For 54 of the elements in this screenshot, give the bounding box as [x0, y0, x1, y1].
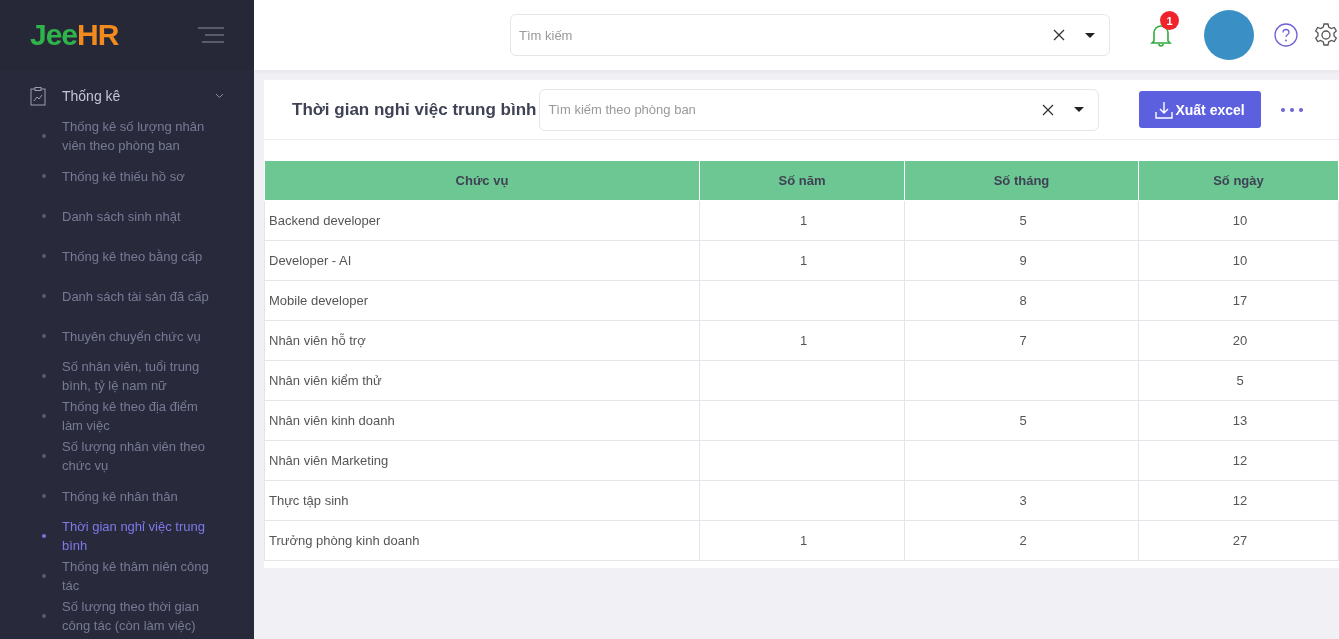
table-cell: Backend developer	[264, 200, 700, 241]
table-cell: 27	[1138, 520, 1339, 561]
table-cell: Developer - AI	[264, 240, 700, 281]
table-cell: 1	[699, 520, 905, 561]
column-header: Số tháng	[904, 160, 1139, 201]
search-field[interactable]: Tìm kiếm	[510, 14, 1110, 56]
notification-badge: 1	[1160, 11, 1179, 30]
menu-item[interactable]: Thống kê theo bằng cấp	[0, 236, 254, 276]
menu-item[interactable]: Thống kê thâm niên công tác	[0, 556, 254, 596]
table-cell: 10	[1138, 240, 1339, 281]
export-excel-button[interactable]: Xuất excel	[1139, 91, 1261, 128]
card-title: Thời gian nghỉ việc trung bình	[292, 99, 537, 120]
table-cell: Nhân viên Marketing	[264, 440, 700, 481]
table-cell: 10	[1138, 200, 1339, 241]
menu-item[interactable]: Thống kê số lượng nhân viên theo phòng ban	[0, 116, 254, 156]
table-cell: 1	[699, 320, 905, 361]
table-cell: 9	[904, 240, 1139, 281]
table-cell: 7	[904, 320, 1139, 361]
table-cell: Nhân viên hỗ trợ	[264, 320, 700, 361]
table-cell: 8	[904, 280, 1139, 321]
table-cell: Nhân viên kinh doanh	[264, 400, 700, 441]
menu-group-label: Thống kê	[62, 88, 122, 104]
table-cell: 2	[904, 520, 1139, 561]
table-cell: 1	[699, 240, 905, 281]
table-cell: Thực tập sinh	[264, 480, 700, 521]
table-cell: 17	[1138, 280, 1339, 321]
column-header: Số ngày	[1138, 160, 1339, 201]
menu-item[interactable]: Danh sách sinh nhật	[0, 196, 254, 236]
logo: JeeHR	[30, 18, 119, 52]
menu-item[interactable]: Thống kê thiếu hồ sơ	[0, 156, 254, 196]
table-cell: 20	[1138, 320, 1339, 361]
menu-item[interactable]: Số nhân viên, tuổi trung bình, tỷ lệ nam nữ	[0, 356, 254, 396]
menu-item[interactable]: Thời gian nghỉ việc trung bình	[0, 516, 254, 556]
table-cell: Mobile developer	[264, 280, 700, 321]
menu-item[interactable]: Thuyên chuyển chức vụ	[0, 316, 254, 356]
table-cell: 3	[904, 480, 1139, 521]
table-cell: 12	[1138, 440, 1339, 481]
menu-item[interactable]: Thống kê theo địa điểm làm việc	[0, 396, 254, 436]
table-cell: 5	[904, 200, 1139, 241]
menu-group[interactable]: Thống kê	[0, 84, 254, 108]
menu-item[interactable]: Thống kê nhân thân	[0, 476, 254, 516]
menu-item[interactable]: Số lượng nhân viên theo chức vụ	[0, 436, 254, 476]
table-cell: 1	[699, 200, 905, 241]
table-cell: 5	[1138, 360, 1339, 401]
table-cell: 12	[1138, 480, 1339, 521]
table-cell: 5	[904, 400, 1139, 441]
menu-item[interactable]: Danh sách tài sản đã cấp	[0, 276, 254, 316]
table-cell: 13	[1138, 400, 1339, 441]
menu-item[interactable]: Số lượng theo thời gian công tác (còn làm việc)	[0, 596, 254, 636]
table-cell: Trưởng phòng kinh doanh	[264, 520, 700, 561]
column-header: Chức vụ	[264, 160, 700, 201]
department-search-field[interactable]: Tìm kiếm theo phòng ban	[539, 88, 1100, 131]
table-cell: Nhân viên kiểm thử	[264, 360, 700, 401]
column-header: Số năm	[699, 160, 905, 201]
